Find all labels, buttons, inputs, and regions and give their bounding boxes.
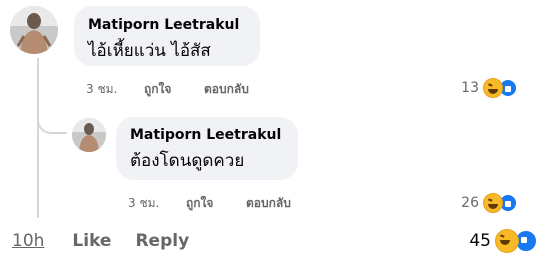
haha-emoji-icon [495,229,519,253]
avatar-photo [10,6,58,54]
comment-reactions[interactable]: 13 [461,78,518,98]
thread-connector [37,108,67,134]
thread-line [37,58,39,218]
reaction-count: 13 [461,80,479,96]
reaction-count: 26 [461,195,479,211]
reaction-count: 45 [469,231,491,251]
haha-emoji-icon [483,78,503,98]
post-time[interactable]: 10h [12,231,44,251]
reply-text: ต้องโดนดูดควย [130,151,245,171]
reply-author[interactable]: Matiporn Leetrakul [130,127,284,143]
post-actions: 10h Like Reply [12,231,189,251]
post-reactions[interactable]: 45 [469,229,538,253]
post-like-button[interactable]: Like [72,231,111,251]
like-button[interactable]: ถูกใจ [144,80,204,99]
avatar[interactable] [10,6,58,54]
reply-actions: 3 ชม. ถูกใจ ตอบกลับ [128,194,291,213]
reply-button[interactable]: ตอบกลับ [204,80,249,99]
avatar-photo [72,118,106,152]
reply-time[interactable]: 3 ชม. [128,194,186,213]
haha-emoji-icon [483,193,503,213]
comment-time[interactable]: 3 ชม. [86,80,144,99]
reply-reactions[interactable]: 26 [461,193,518,213]
reply-bubble: Matiporn Leetrakul ต้องโดนดูดควย [116,117,298,180]
reply-avatar[interactable] [72,118,106,152]
reply-like-button[interactable]: ถูกใจ [186,194,246,213]
reply-reply-button[interactable]: ตอบกลับ [246,194,291,213]
post-reply-button[interactable]: Reply [135,231,189,251]
comment-author[interactable]: Matiporn Leetrakul [88,17,246,33]
comment-actions: 3 ชม. ถูกใจ ตอบกลับ [86,80,249,99]
comment-bubble: Matiporn Leetrakul ไอ้เหี้ยแว่น ไอ้สัส [74,6,260,66]
comment-text: ไอ้เหี้ยแว่น ไอ้สัส [88,41,211,61]
